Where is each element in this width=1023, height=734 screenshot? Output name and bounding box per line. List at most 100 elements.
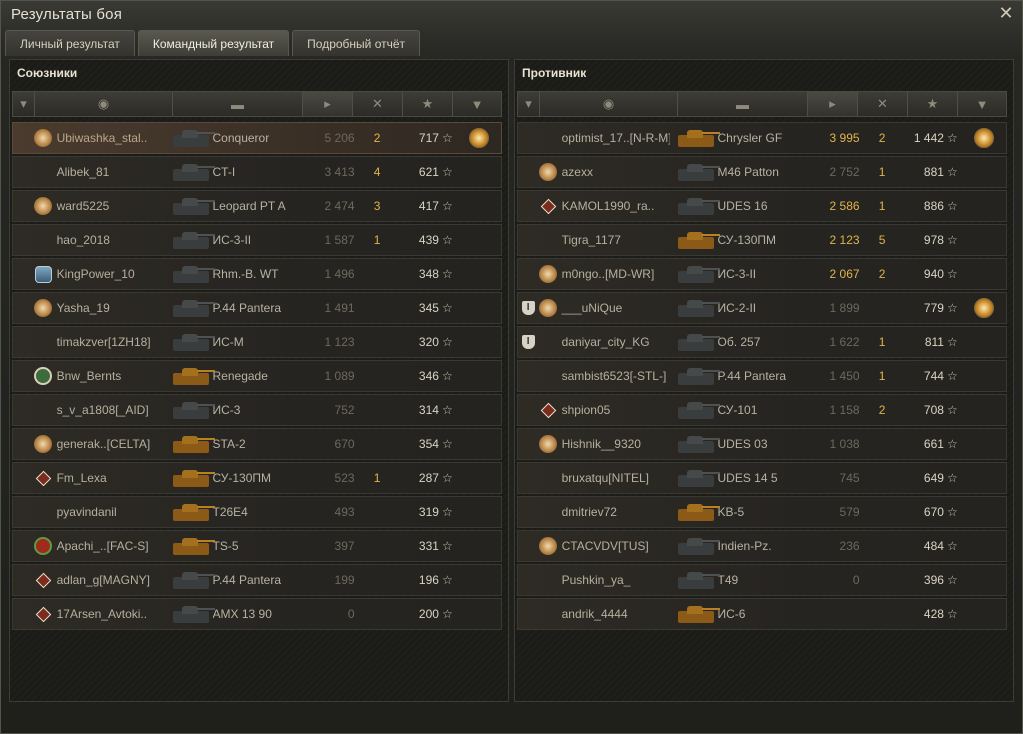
damage-value: 1 622 bbox=[829, 335, 860, 349]
xp-star-icon: ☆ bbox=[946, 607, 958, 621]
player-row[interactable]: Pushkin_ya_ T49 0 396 ☆ bbox=[517, 564, 1007, 596]
player-row[interactable]: bruxatqu[NITEL] UDES 14 5 745 649 ☆ bbox=[517, 462, 1007, 494]
xp-value: 319 bbox=[418, 505, 439, 519]
player-row[interactable]: Bnw_Bernts Renegade 1 089 346 ☆ bbox=[12, 360, 502, 392]
vehicle-name: KB-5 bbox=[717, 505, 745, 519]
kills-icon[interactable]: ✕ bbox=[858, 92, 908, 116]
player-row[interactable]: 17Arsen_Avtoki.. AMX 13 90 0 200 ☆ bbox=[12, 598, 502, 630]
player-icon[interactable]: ◉ bbox=[35, 92, 173, 116]
xp-star-icon: ☆ bbox=[441, 199, 453, 213]
player-row[interactable]: CTACVDV[TUS] Indien-Pz. 236 484 ☆ bbox=[517, 530, 1007, 562]
xp-value: 396 bbox=[923, 573, 944, 587]
player-name: Apachi_..[FAC-S] bbox=[56, 539, 149, 553]
rank-badge-icon bbox=[539, 435, 558, 453]
badge-cell bbox=[538, 191, 558, 221]
player-row[interactable]: shpion05 СУ-101 1 158 2 708 ☆ bbox=[517, 394, 1007, 426]
tank-icon bbox=[670, 429, 720, 459]
player-row[interactable]: optimist_17..[N-R-M] Chrysler GF 3 995 2 1 4… bbox=[517, 122, 1007, 154]
player-row[interactable]: timakzver[1ZH18] ИС-М 1 123 320 ☆ bbox=[12, 326, 502, 358]
player-row[interactable]: Fm_Lexa СУ-130ПМ 523 1 287 ☆ bbox=[12, 462, 502, 494]
xp-star-icon: ☆ bbox=[946, 301, 958, 315]
player-row[interactable]: azexx M46 Patton 2 752 1 881 ☆ bbox=[517, 156, 1007, 188]
tank-icon bbox=[165, 225, 215, 255]
medal-icon[interactable]: ▼ bbox=[958, 92, 1006, 116]
player-row[interactable]: pyavindanil T26E4 493 319 ☆ bbox=[12, 496, 502, 528]
player-row[interactable]: Ubiwashka_stal.. Conqueror 5 206 2 717 ☆ bbox=[12, 122, 502, 154]
damage-value: 670 bbox=[334, 437, 355, 451]
badge-cell bbox=[538, 293, 558, 323]
player-name: Hishnik__9320 bbox=[561, 437, 641, 451]
player-name: s_v_a1808[_AID] bbox=[56, 403, 149, 417]
player-row[interactable]: Hishnik__9320 UDES 03 1 038 661 ☆ bbox=[517, 428, 1007, 460]
vehicle-icon[interactable]: ▬ bbox=[678, 92, 808, 116]
squad-cell bbox=[518, 429, 538, 459]
xp-value: 417 bbox=[418, 199, 439, 213]
player-row[interactable]: Yasha_19 P.44 Pantera 1 491 345 ☆ bbox=[12, 292, 502, 324]
player-row[interactable]: Idaniyar_city_KG Об. 257 1 622 1 811 ☆ bbox=[517, 326, 1007, 358]
xp-icon[interactable]: ★ bbox=[908, 92, 958, 116]
xp-value: 354 bbox=[418, 437, 439, 451]
player-row[interactable]: m0ngo..[MD-WR] ИС-3-II 2 067 2 940 ☆ bbox=[517, 258, 1007, 290]
player-name: ___uNiQue bbox=[561, 301, 623, 315]
xp-value: 348 bbox=[418, 267, 439, 281]
player-row[interactable]: dmitriev72 KB-5 579 670 ☆ bbox=[517, 496, 1007, 528]
close-icon[interactable]: ✕ bbox=[997, 4, 1015, 22]
kills-value: 2 bbox=[878, 403, 886, 417]
player-row[interactable]: andrik_4444 ИС-6 428 ☆ bbox=[517, 598, 1007, 630]
vehicle-name: TS-5 bbox=[212, 539, 239, 553]
tank-icon bbox=[165, 259, 215, 289]
rank-badge-icon bbox=[539, 163, 558, 181]
kills-value: 2 bbox=[878, 131, 886, 145]
achievement-medal-icon[interactable] bbox=[973, 298, 994, 318]
damage-icon[interactable]: ▸ bbox=[808, 92, 858, 116]
player-row[interactable]: adlan_g[MAGNY] P.44 Pantera 199 196 ☆ bbox=[12, 564, 502, 596]
damage-icon[interactable]: ▸ bbox=[303, 92, 353, 116]
squad-cell bbox=[518, 599, 538, 629]
player-row[interactable]: ward5225 Leopard PT A 2 474 3 417 ☆ bbox=[12, 190, 502, 222]
badge-cell bbox=[538, 531, 558, 561]
damage-value: 2 474 bbox=[324, 199, 355, 213]
xp-icon[interactable]: ★ bbox=[403, 92, 453, 116]
player-row[interactable]: KingPower_10 Rhm.-B. WT 1 496 348 ☆ bbox=[12, 258, 502, 290]
squad-icon[interactable]: ▾ bbox=[518, 92, 540, 116]
enemies-list: optimist_17..[N-R-M] Chrysler GF 3 995 2 1 4… bbox=[517, 122, 1007, 632]
tab-detailed[interactable]: Подробный отчёт bbox=[292, 30, 421, 56]
player-name: sambist6523[-STL-] bbox=[561, 369, 667, 383]
player-name: azexx bbox=[561, 165, 593, 179]
player-name: KAMOL1990_ra.. bbox=[561, 199, 655, 213]
tab-personal[interactable]: Личный результат bbox=[5, 30, 135, 56]
xp-value: 649 bbox=[923, 471, 944, 485]
xp-value: 345 bbox=[418, 301, 439, 315]
tank-icon bbox=[165, 395, 215, 425]
player-row[interactable]: KAMOL1990_ra.. UDES 16 2 586 1 886 ☆ bbox=[517, 190, 1007, 222]
damage-value: 1 587 bbox=[324, 233, 355, 247]
player-row[interactable]: Alibek_81 CT-I 3 413 4 621 ☆ bbox=[12, 156, 502, 188]
damage-value: 0 bbox=[852, 573, 860, 587]
achievement-medal-icon[interactable] bbox=[468, 128, 489, 148]
player-row[interactable]: hao_2018 ИС-3-II 1 587 1 439 ☆ bbox=[12, 224, 502, 256]
player-row[interactable]: Apachi_..[FAC-S] TS-5 397 331 ☆ bbox=[12, 530, 502, 562]
damage-value: 1 450 bbox=[829, 369, 860, 383]
xp-star-icon: ☆ bbox=[441, 335, 453, 349]
badge-cell bbox=[538, 225, 558, 255]
player-row[interactable]: sambist6523[-STL-] P.44 Pantera 1 450 1 744 ☆ bbox=[517, 360, 1007, 392]
xp-star-icon: ☆ bbox=[946, 369, 958, 383]
vehicle-icon[interactable]: ▬ bbox=[173, 92, 303, 116]
tank-icon bbox=[165, 497, 215, 527]
achievement-medal-icon[interactable] bbox=[973, 128, 994, 148]
tab-team[interactable]: Командный результат bbox=[137, 30, 290, 56]
player-row[interactable]: generak..[CELTA] STA-2 670 354 ☆ bbox=[12, 428, 502, 460]
badge-cell bbox=[538, 259, 558, 289]
tank-icon bbox=[165, 327, 215, 357]
player-row[interactable]: s_v_a1808[_AID] ИС-3 752 314 ☆ bbox=[12, 394, 502, 426]
player-row[interactable]: Tigra_1177 СУ-130ПМ 2 123 5 978 ☆ bbox=[517, 224, 1007, 256]
xp-star-icon: ☆ bbox=[441, 165, 453, 179]
tank-icon bbox=[670, 531, 720, 561]
player-icon[interactable]: ◉ bbox=[540, 92, 678, 116]
squad-icon[interactable]: ▾ bbox=[13, 92, 35, 116]
kills-icon[interactable]: ✕ bbox=[353, 92, 403, 116]
player-row[interactable]: I ___uNiQue ИС-2-II 1 899 779 ☆ bbox=[517, 292, 1007, 324]
tank-icon bbox=[670, 327, 720, 357]
tank-icon bbox=[670, 191, 720, 221]
medal-icon[interactable]: ▼ bbox=[453, 92, 501, 116]
